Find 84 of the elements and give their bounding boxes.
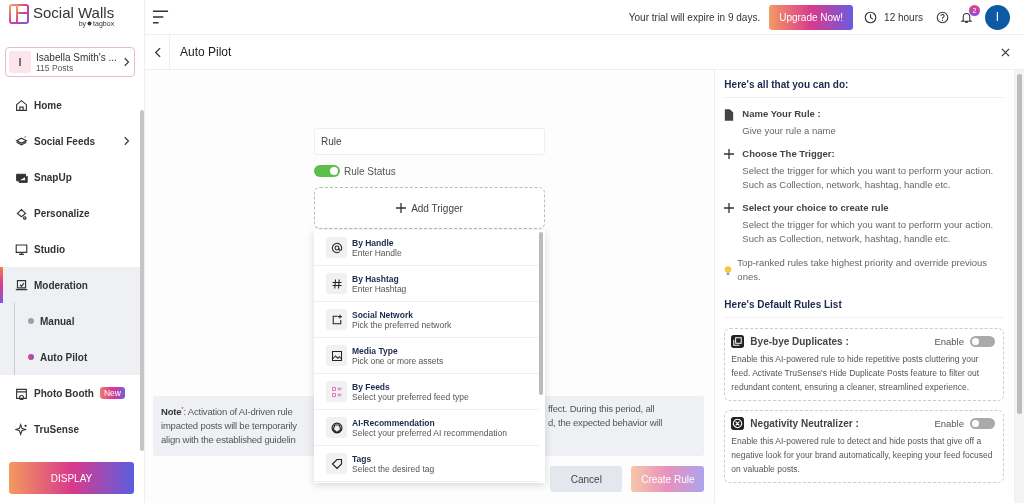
nav-icon bbox=[15, 242, 28, 256]
lightbulb-icon bbox=[724, 264, 733, 277]
chevron-right-icon bbox=[124, 57, 130, 67]
back-icon[interactable] bbox=[154, 46, 161, 58]
trigger-option[interactable]: By Feeds Select your preferred feed type bbox=[314, 374, 539, 410]
tip-text: Top-ranked rules take highest priority and override previous ones. bbox=[737, 256, 989, 284]
nav-item[interactable]: Personalize bbox=[0, 195, 140, 231]
nav-icon bbox=[15, 422, 28, 436]
rule-description: Enable this AI-powered rule to hide repetitive posts cluttering your feed. Activate TruSense's Hide Duplicate Posts feature to filter out redundant content, ensuring a cleaner, streamlined experience. bbox=[731, 353, 981, 394]
document-icon bbox=[724, 109, 735, 121]
step-title: Choose The Trigger: bbox=[742, 148, 836, 159]
nav-icon bbox=[15, 98, 28, 112]
step-text: Select the trigger for which you want to perform your action. Such as Collection, network, hashtag, handle etc. bbox=[742, 164, 995, 192]
toggle-switch[interactable] bbox=[314, 165, 340, 177]
toggle-label: Enable bbox=[934, 418, 964, 429]
user-avatar[interactable]: I bbox=[985, 4, 1010, 30]
scrollbar[interactable] bbox=[1014, 70, 1024, 503]
trigger-option[interactable]: Social Network Pick the preferred network bbox=[314, 302, 539, 338]
rule-title: Negativity Neutralizer : bbox=[750, 418, 859, 429]
copy-icon bbox=[731, 335, 745, 348]
submenu-item[interactable]: Manual bbox=[15, 303, 140, 339]
step-title: Name Your Rule : bbox=[742, 108, 822, 119]
nav-item[interactable]: Moderation bbox=[0, 267, 140, 303]
tag-icon bbox=[330, 457, 343, 470]
note-text: align with the established guidelin bbox=[161, 433, 297, 448]
nav-item[interactable]: SnapUp bbox=[0, 159, 140, 195]
aperture-icon bbox=[330, 421, 343, 434]
menu-icon[interactable] bbox=[152, 10, 169, 24]
maker-logo-icon bbox=[87, 21, 93, 26]
list-icon bbox=[330, 385, 343, 398]
trigger-option[interactable]: Tags Select the desired tag bbox=[314, 446, 539, 482]
display-button[interactable]: DISPLAY bbox=[9, 462, 134, 494]
timer-text: 12 hours bbox=[884, 11, 923, 23]
step-text: Select the trigger for which you want to perform your action. Such as Collection, network, hashtag, handle etc. bbox=[742, 218, 995, 246]
scrollbar[interactable] bbox=[140, 110, 144, 451]
defaults-title: Here's Default Rules List bbox=[724, 290, 1004, 318]
toggle-label: Rule Status bbox=[344, 165, 396, 177]
help-icon[interactable] bbox=[936, 10, 949, 24]
account-switcher[interactable]: I Isabella Smith's ... 115 Posts bbox=[5, 47, 135, 77]
rule-name-field[interactable]: Rule bbox=[314, 128, 545, 155]
trigger-option[interactable]: Media Type Pick one or more assets bbox=[314, 338, 539, 374]
plus-icon bbox=[724, 149, 735, 159]
note-text: impacted posts will be temporarily bbox=[161, 419, 298, 434]
trigger-option[interactable]: By Handle Enter Handle bbox=[314, 230, 539, 266]
image-icon bbox=[330, 349, 343, 362]
nav-icon bbox=[15, 134, 28, 148]
scrollbar-thumb[interactable] bbox=[539, 232, 543, 395]
note-text: ffect. During this period, all bbox=[548, 402, 656, 416]
nav-icon bbox=[15, 278, 28, 292]
nav-icon bbox=[15, 386, 28, 400]
plus-icon bbox=[724, 203, 735, 213]
nav-icon bbox=[15, 206, 28, 220]
toggle-switch[interactable] bbox=[970, 418, 995, 429]
logo-icon bbox=[9, 4, 29, 24]
page-title: Auto Pilot bbox=[169, 34, 232, 70]
submenu-item[interactable]: Auto Pilot bbox=[15, 339, 140, 375]
nav-item[interactable]: Studio bbox=[0, 231, 140, 267]
trigger-option[interactable]: By Hashtag Enter Hashtag bbox=[314, 266, 539, 302]
at-sign-icon bbox=[330, 241, 343, 254]
nav-item[interactable]: Social Feeds bbox=[0, 123, 140, 159]
rule-description: Enable this AI-powered rule to detect and hide posts that give off a negative look for your brand automatically, keeping your feed focused on valuable posts. bbox=[731, 435, 994, 476]
add-trigger-button[interactable]: Add Trigger bbox=[314, 187, 545, 229]
step-text: Give your rule a name bbox=[742, 124, 836, 138]
cancel-button[interactable]: Cancel bbox=[550, 466, 623, 492]
brand-name: Social Walls bbox=[33, 4, 115, 21]
toggle-switch[interactable] bbox=[970, 336, 995, 347]
nav-item[interactable]: TruSense bbox=[0, 411, 140, 447]
rule-title: Bye-bye Duplicates : bbox=[750, 336, 849, 347]
toggle-label: Enable bbox=[934, 336, 964, 347]
plus-icon bbox=[396, 203, 407, 213]
close-icon[interactable] bbox=[1001, 47, 1010, 57]
upgrade-button[interactable]: Upgrade Now! bbox=[769, 4, 854, 30]
note-text: d, the expected behavior will bbox=[548, 416, 664, 430]
note-text: Note$^{*}$: Activation of AI-driven rule bbox=[161, 405, 294, 420]
clock-icon bbox=[864, 10, 878, 24]
circle-x-icon bbox=[731, 417, 745, 430]
help-title: Here's all that you can do: bbox=[724, 70, 1004, 98]
nav-item[interactable]: Photo Booth New bbox=[0, 375, 140, 411]
trial-text: Your trial will expire in 9 days. bbox=[628, 11, 761, 23]
step-title: Select your choice to create rule bbox=[742, 202, 890, 213]
bell-icon[interactable] bbox=[960, 10, 973, 24]
hashtag-icon bbox=[330, 277, 343, 290]
trigger-option[interactable]: AI-Recommendation Select your preferred AI recommendation bbox=[314, 410, 539, 446]
nav-item[interactable]: Home bbox=[0, 87, 140, 123]
